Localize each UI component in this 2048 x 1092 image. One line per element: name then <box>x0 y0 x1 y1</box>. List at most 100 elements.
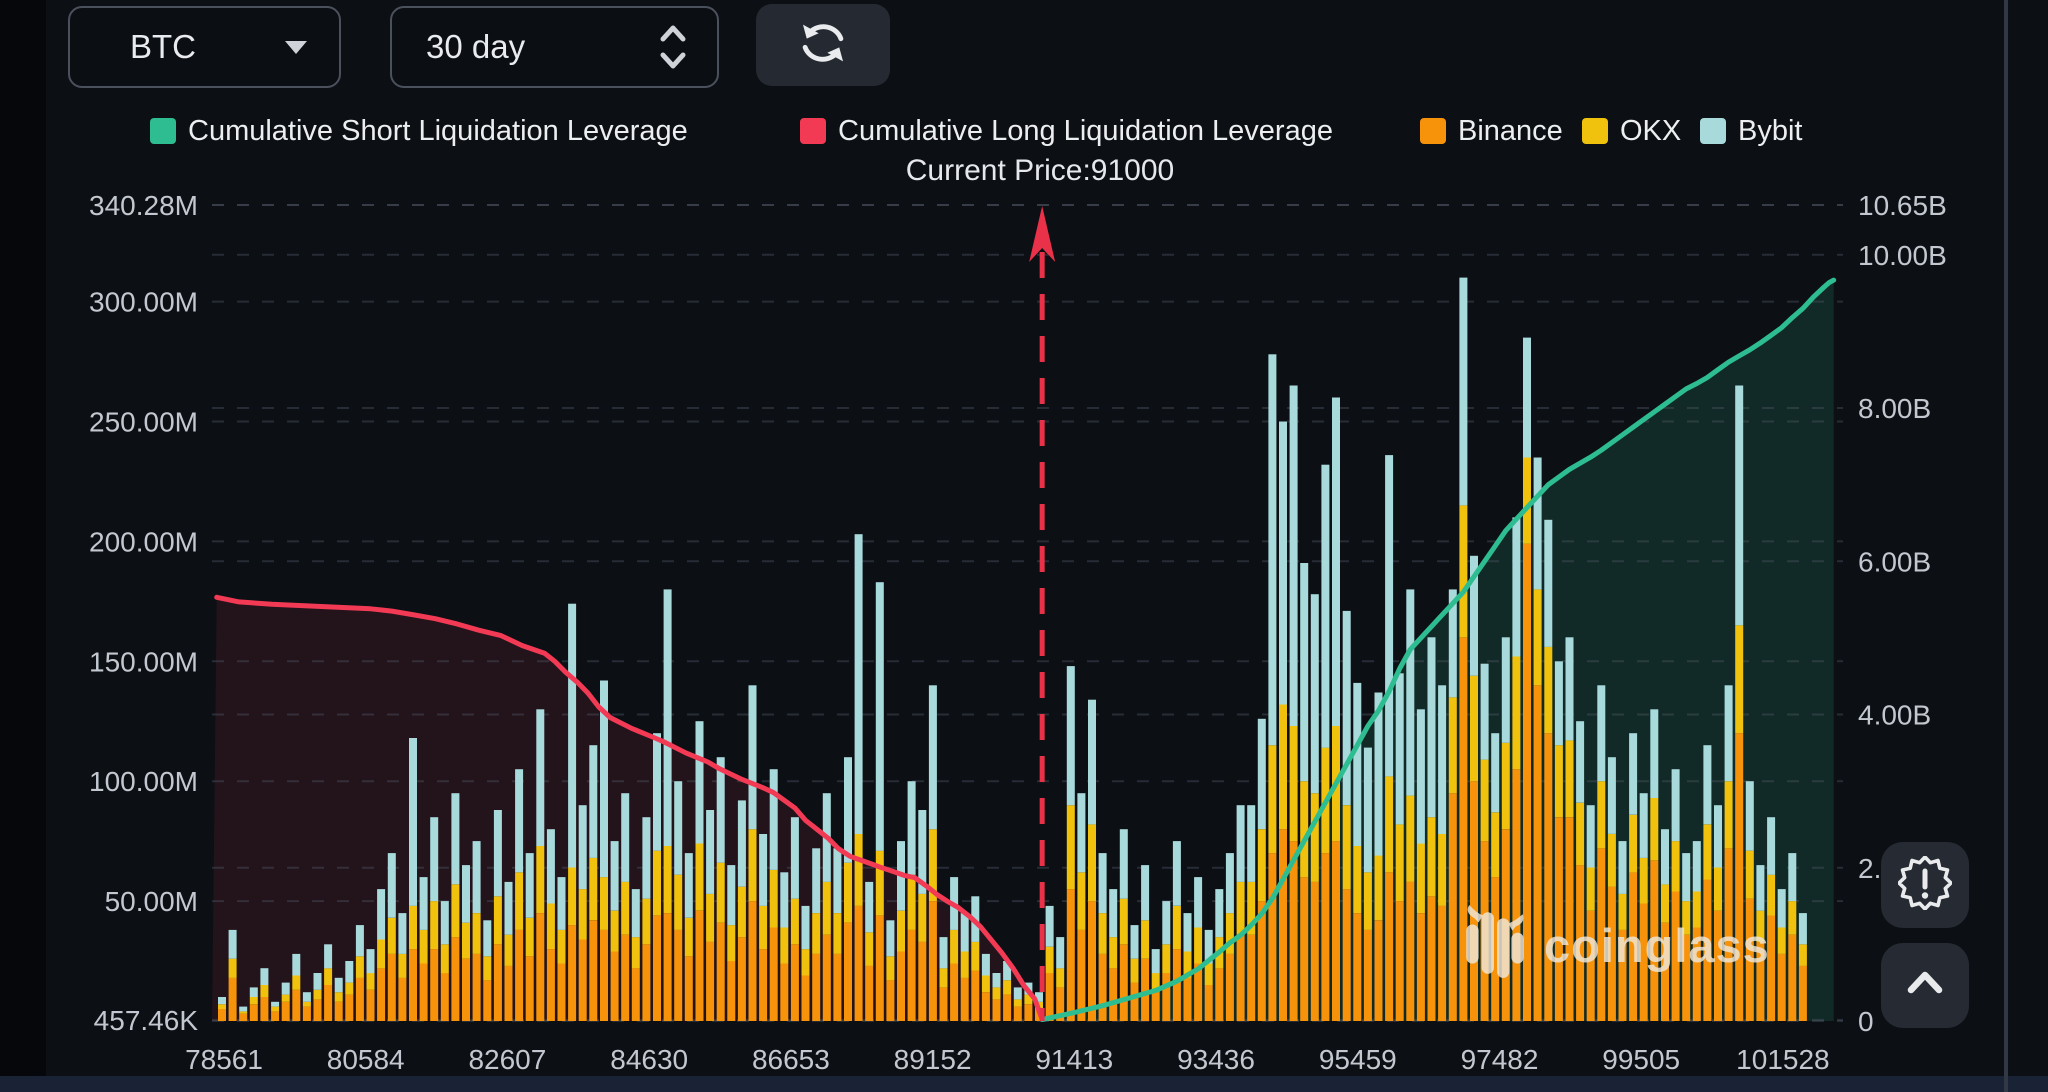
bar-segment-okx <box>1375 856 1383 921</box>
scroll-top-button[interactable] <box>1881 943 1969 1028</box>
bar-segment-binance <box>398 978 406 1021</box>
bar-segment-bybit <box>1247 805 1255 882</box>
refresh-icon <box>797 17 849 74</box>
bar-segment-okx <box>589 858 597 920</box>
bar-segment-okx <box>1300 781 1308 877</box>
bar-segment-okx <box>674 875 682 930</box>
bar-segment-okx <box>568 868 576 926</box>
bar-segment-bybit <box>494 810 502 896</box>
bar-segment-okx <box>664 846 672 913</box>
bar-segment-binance <box>971 971 979 1021</box>
bar-segment-bybit <box>1417 709 1425 843</box>
bar-segment-okx <box>770 870 778 928</box>
bar-segment-okx <box>727 925 735 961</box>
bar-segment-bybit <box>1014 987 1022 999</box>
bar-segment-bybit <box>303 992 311 1002</box>
bar-segment-okx <box>855 834 863 906</box>
bar-segment-binance <box>1375 920 1383 1021</box>
bar-segment-okx <box>1056 968 1064 987</box>
bar-segment-okx <box>833 913 841 954</box>
x-axis-label: 89152 <box>894 1044 972 1075</box>
bar-segment-bybit <box>250 987 258 997</box>
bar-segment-bybit <box>1523 338 1531 458</box>
bar-segment-okx <box>1778 928 1786 954</box>
legend-item-bybit[interactable]: Bybit <box>1700 112 1802 150</box>
bar-segment-binance <box>961 978 969 1021</box>
legend-item-long[interactable]: Cumulative Long Liquidation Leverage <box>800 112 1333 150</box>
bar-segment-okx <box>515 872 523 930</box>
bar-segment-binance <box>621 935 629 1021</box>
alert-button[interactable] <box>1881 842 1969 928</box>
bar-segment-okx <box>420 930 428 964</box>
refresh-button[interactable] <box>756 4 890 86</box>
bar-segment-okx <box>1353 846 1361 913</box>
bar-segment-okx <box>696 844 704 911</box>
bar-segment-binance <box>558 963 566 1021</box>
bar-segment-binance <box>1120 944 1128 1021</box>
bar-segment-okx <box>1014 999 1022 1006</box>
bar-segment-binance <box>483 980 491 1021</box>
bar-segment-binance <box>1799 966 1807 1021</box>
bar-segment-okx <box>473 913 481 954</box>
bar-segment-bybit <box>441 901 449 944</box>
bar-segment-bybit <box>1364 748 1372 873</box>
bar-segment-okx <box>600 877 608 930</box>
bar-segment-okx <box>1268 745 1276 853</box>
legend-label-bybit: Bybit <box>1738 115 1802 148</box>
bar-segment-binance <box>356 978 364 1021</box>
bar-segment-binance <box>1247 935 1255 1021</box>
bar-segment-binance <box>770 928 778 1022</box>
bar-segment-bybit <box>653 733 661 851</box>
bar-segment-okx <box>971 942 979 971</box>
bar-segment-bybit <box>1788 853 1796 901</box>
legend-item-okx[interactable]: OKX <box>1582 112 1681 150</box>
legend-swatch-okx <box>1582 118 1608 144</box>
bar-segment-okx <box>1385 776 1393 872</box>
bar-segment-binance <box>1226 954 1234 1021</box>
bar-segment-binance <box>1778 954 1786 1021</box>
bar-segment-binance <box>250 1004 258 1021</box>
bar-segment-bybit <box>674 781 682 875</box>
bar-segment-binance <box>642 944 650 1021</box>
bar-segment-bybit <box>908 781 916 875</box>
bar-segment-binance <box>611 952 619 1022</box>
bar-segment-okx <box>1449 697 1457 793</box>
bar-segment-bybit <box>1491 733 1499 812</box>
bar-segment-bybit <box>1428 637 1436 817</box>
bar-segment-binance <box>950 963 958 1021</box>
bar-segment-bybit <box>1353 683 1361 846</box>
bar-segment-binance <box>993 999 1001 1021</box>
bar-segment-bybit <box>398 913 406 954</box>
bar-segment-okx <box>1788 901 1796 935</box>
bar-segment-bybit <box>1576 721 1584 803</box>
bar-segment-okx <box>324 968 332 985</box>
bar-segment-bybit <box>1279 422 1287 705</box>
bar-segment-bybit <box>1703 745 1711 824</box>
bar-segment-binance <box>1364 930 1372 1021</box>
bar-segment-okx <box>1555 745 1563 817</box>
bar-segment-bybit <box>1661 829 1669 884</box>
bar-segment-okx <box>282 995 290 1002</box>
bar-segment-bybit <box>1512 517 1520 656</box>
bar-segment-bybit <box>1682 853 1690 901</box>
right-axis-tick: 6.00B <box>1858 546 1931 577</box>
bar-segment-okx <box>685 918 693 956</box>
x-axis-label: 97482 <box>1461 1044 1539 1075</box>
period-select[interactable]: 30 day <box>390 6 719 88</box>
bar-segment-okx <box>1650 798 1658 860</box>
bar-segment-binance <box>653 916 661 1022</box>
legend-item-short[interactable]: Cumulative Short Liquidation Leverage <box>150 112 688 150</box>
bar-segment-okx <box>1003 980 1011 994</box>
current-price-annotation: Current Price:91000 <box>0 154 2048 188</box>
legend-label-short: Cumulative Short Liquidation Leverage <box>188 115 688 148</box>
bar-segment-bybit <box>1056 937 1064 968</box>
legend-item-binance[interactable]: Binance <box>1420 112 1563 150</box>
bar-segment-bybit <box>1099 853 1107 913</box>
bar-segment-bybit <box>1767 817 1775 875</box>
bar-segment-bybit <box>1459 278 1467 506</box>
bar-segment-binance <box>1428 896 1436 1021</box>
coin-select[interactable]: BTC <box>68 6 341 88</box>
right-axis-tick: 4.00B <box>1858 700 1931 731</box>
bar-segment-okx <box>1173 906 1181 949</box>
left-axis-tick: 50.00M <box>105 886 198 917</box>
